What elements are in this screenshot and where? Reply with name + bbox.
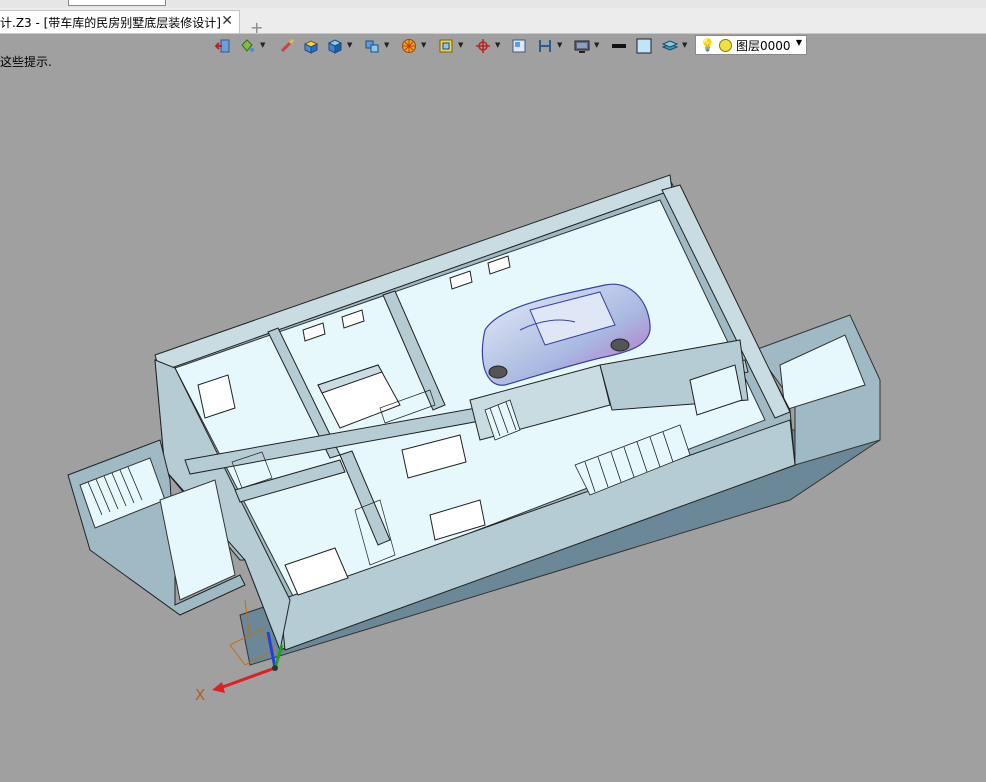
chevron-down-icon[interactable]: ▼ — [421, 41, 426, 49]
layer-select[interactable]: 💡 图层0000 ▼ — [695, 35, 807, 55]
line-weight-icon[interactable] — [610, 37, 628, 55]
chevron-down-icon[interactable]: ▼ — [594, 41, 599, 49]
document-tab-title: 计.Z3 - [带车库的民房别墅底层装修设计] — [0, 15, 221, 30]
chevron-down-icon[interactable]: ▼ — [458, 41, 463, 49]
chevron-down-icon[interactable]: ▼ — [796, 38, 802, 47]
chevron-down-icon[interactable]: ▼ — [495, 41, 500, 49]
palette-icon[interactable] — [400, 37, 418, 55]
cube-icon[interactable] — [326, 37, 344, 55]
house-model: X — [67, 174, 881, 704]
layer-color-icon — [718, 38, 732, 52]
quick-access-strip — [0, 0, 986, 8]
display-icon[interactable] — [573, 37, 591, 55]
chevron-down-icon[interactable]: ▼ — [347, 41, 352, 49]
axis-icon[interactable] — [474, 37, 492, 55]
brush-icon[interactable] — [278, 37, 296, 55]
document-tab-bar: 计.Z3 - [带车库的民房别墅底层装修设计] ✕ + — [0, 8, 986, 37]
chevron-down-icon[interactable]: ▼ — [260, 41, 265, 49]
chevron-down-icon[interactable]: ▼ — [682, 41, 687, 49]
paint-bucket-icon[interactable] — [238, 37, 256, 55]
3d-viewport[interactable]: X — [0, 60, 986, 779]
plane-view-icon[interactable] — [510, 37, 528, 55]
close-tab-icon[interactable]: ✕ — [221, 13, 233, 29]
chevron-down-icon[interactable]: ▼ — [557, 41, 562, 49]
document-tab[interactable]: 计.Z3 - [带车库的民房别墅底层装修设计] ✕ — [0, 10, 240, 33]
color-swatch-icon[interactable] — [635, 37, 653, 55]
top-combo-box[interactable] — [68, 0, 166, 6]
chevron-down-icon[interactable]: ▼ — [384, 41, 389, 49]
light-bulb-icon[interactable]: 💡 — [700, 38, 715, 52]
layer-stack-icon[interactable] — [661, 37, 679, 55]
cube-edit-icon[interactable] — [302, 37, 320, 55]
view-toolbar: ▼ ▼ ▼ ▼ ▼ ▼ ▼ ▼ ▼ — [0, 34, 986, 58]
layer-name: 图层0000 — [735, 38, 791, 53]
axis-x-label: X — [195, 686, 205, 704]
view-cube-icon[interactable] — [363, 37, 381, 55]
frame-icon[interactable] — [437, 37, 455, 55]
exit-icon[interactable] — [214, 37, 232, 55]
section-icon[interactable] — [536, 37, 554, 55]
